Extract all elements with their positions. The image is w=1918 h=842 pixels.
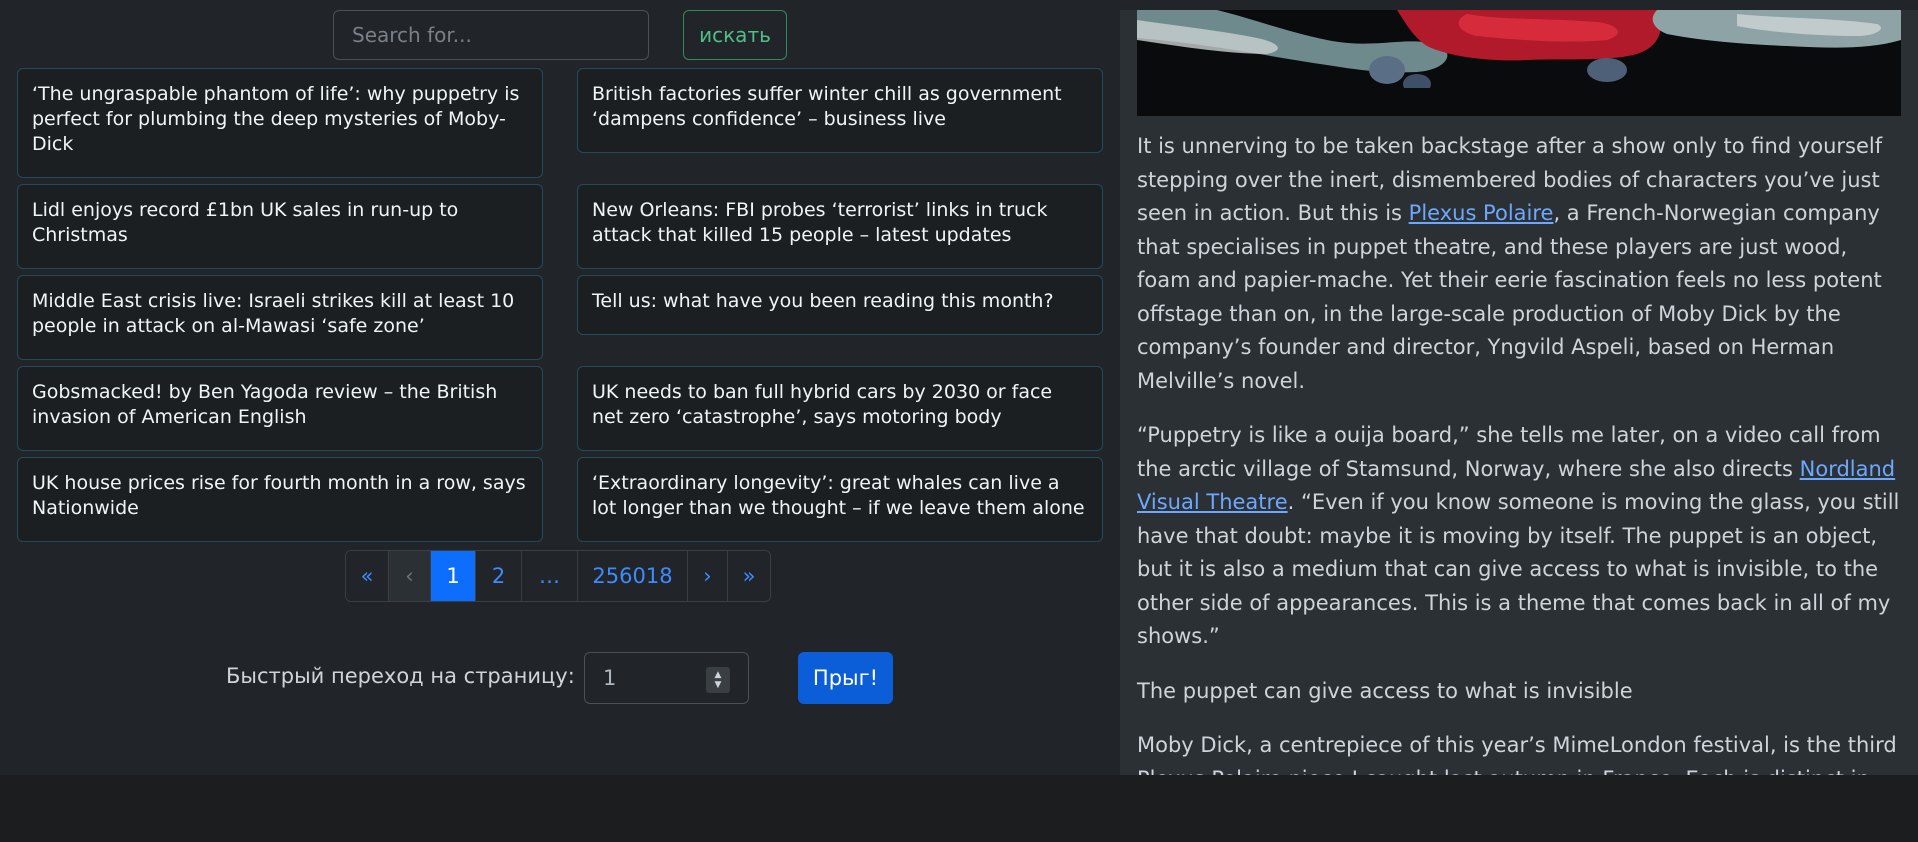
- pagination: « ‹ 1 2 … 256018 › »: [345, 550, 771, 602]
- quick-jump-label: Быстрый переход на страницу:: [226, 664, 575, 688]
- news-title: ‘Extraordinary longevity’: great whales …: [592, 472, 1085, 519]
- article-panel[interactable]: It is unnerving to be taken backstage af…: [1120, 10, 1918, 775]
- news-card[interactable]: Tell us: what have you been reading this…: [577, 275, 1103, 335]
- plexus-polaire-link[interactable]: Plexus Polaire: [1409, 201, 1554, 225]
- prev-page-button: ‹: [389, 551, 431, 601]
- number-spinner-icon[interactable]: ▲ ▼: [706, 667, 730, 693]
- search-button[interactable]: искать: [683, 10, 787, 60]
- last-page-button[interactable]: »: [728, 551, 770, 601]
- news-card[interactable]: ‘The ungraspable phantom of life’: why p…: [17, 68, 543, 178]
- news-card[interactable]: New Orleans: FBI probes ‘terrorist’ link…: [577, 184, 1103, 269]
- page-2-button[interactable]: 2: [476, 551, 522, 601]
- article-pull-quote: The puppet can give access to what is in…: [1137, 678, 1633, 703]
- article-paragraph: Moby Dick, a centrepiece of this year’s …: [1137, 733, 1897, 775]
- news-title: ‘The ungraspable phantom of life’: why p…: [32, 83, 520, 155]
- news-card[interactable]: Gobsmacked! by Ben Yagoda review – the B…: [17, 366, 543, 451]
- search-input[interactable]: [333, 10, 649, 60]
- news-title: Tell us: what have you been reading this…: [592, 290, 1054, 312]
- last-page-number-button[interactable]: 256018: [578, 551, 688, 601]
- news-column: искать ‘The ungraspable phantom of life’…: [0, 0, 1120, 775]
- news-title: New Orleans: FBI probes ‘terrorist’ link…: [592, 199, 1048, 246]
- next-page-button[interactable]: ›: [688, 551, 728, 601]
- article-paragraph: It is unnerving to be taken backstage af…: [1137, 134, 1883, 393]
- page-number-value: 1: [603, 666, 617, 690]
- news-title: Gobsmacked! by Ben Yagoda review – the B…: [32, 381, 498, 428]
- news-title: British factories suffer winter chill as…: [592, 83, 1062, 130]
- news-card[interactable]: Lidl enjoys record £1bn UK sales in run-…: [17, 184, 543, 269]
- news-title: UK house prices rise for fourth month in…: [32, 472, 526, 519]
- news-title: Lidl enjoys record £1bn UK sales in run-…: [32, 199, 459, 246]
- article-hero-image: [1137, 10, 1901, 116]
- news-card[interactable]: UK needs to ban full hybrid cars by 2030…: [577, 366, 1103, 451]
- news-card[interactable]: Middle East crisis live: Israeli strikes…: [17, 275, 543, 360]
- news-card[interactable]: UK house prices rise for fourth month in…: [17, 457, 543, 542]
- article-paragraph: “Puppetry is like a ouija board,” she te…: [1137, 423, 1900, 648]
- news-card[interactable]: ‘Extraordinary longevity’: great whales …: [577, 457, 1103, 542]
- jump-button[interactable]: Прыг!: [798, 652, 893, 704]
- pagination-ellipsis: …: [522, 551, 578, 601]
- page-1-button[interactable]: 1: [431, 551, 476, 601]
- first-page-button[interactable]: «: [346, 551, 389, 601]
- article-body: It is unnerving to be taken backstage af…: [1137, 130, 1901, 775]
- news-card[interactable]: British factories suffer winter chill as…: [577, 68, 1103, 153]
- news-title: UK needs to ban full hybrid cars by 2030…: [592, 381, 1053, 428]
- puppet-image-illustration: [1137, 10, 1901, 116]
- page-number-input[interactable]: 1 ▲ ▼: [584, 652, 749, 704]
- bottom-bar: [0, 775, 1918, 842]
- news-title: Middle East crisis live: Israeli strikes…: [32, 290, 515, 337]
